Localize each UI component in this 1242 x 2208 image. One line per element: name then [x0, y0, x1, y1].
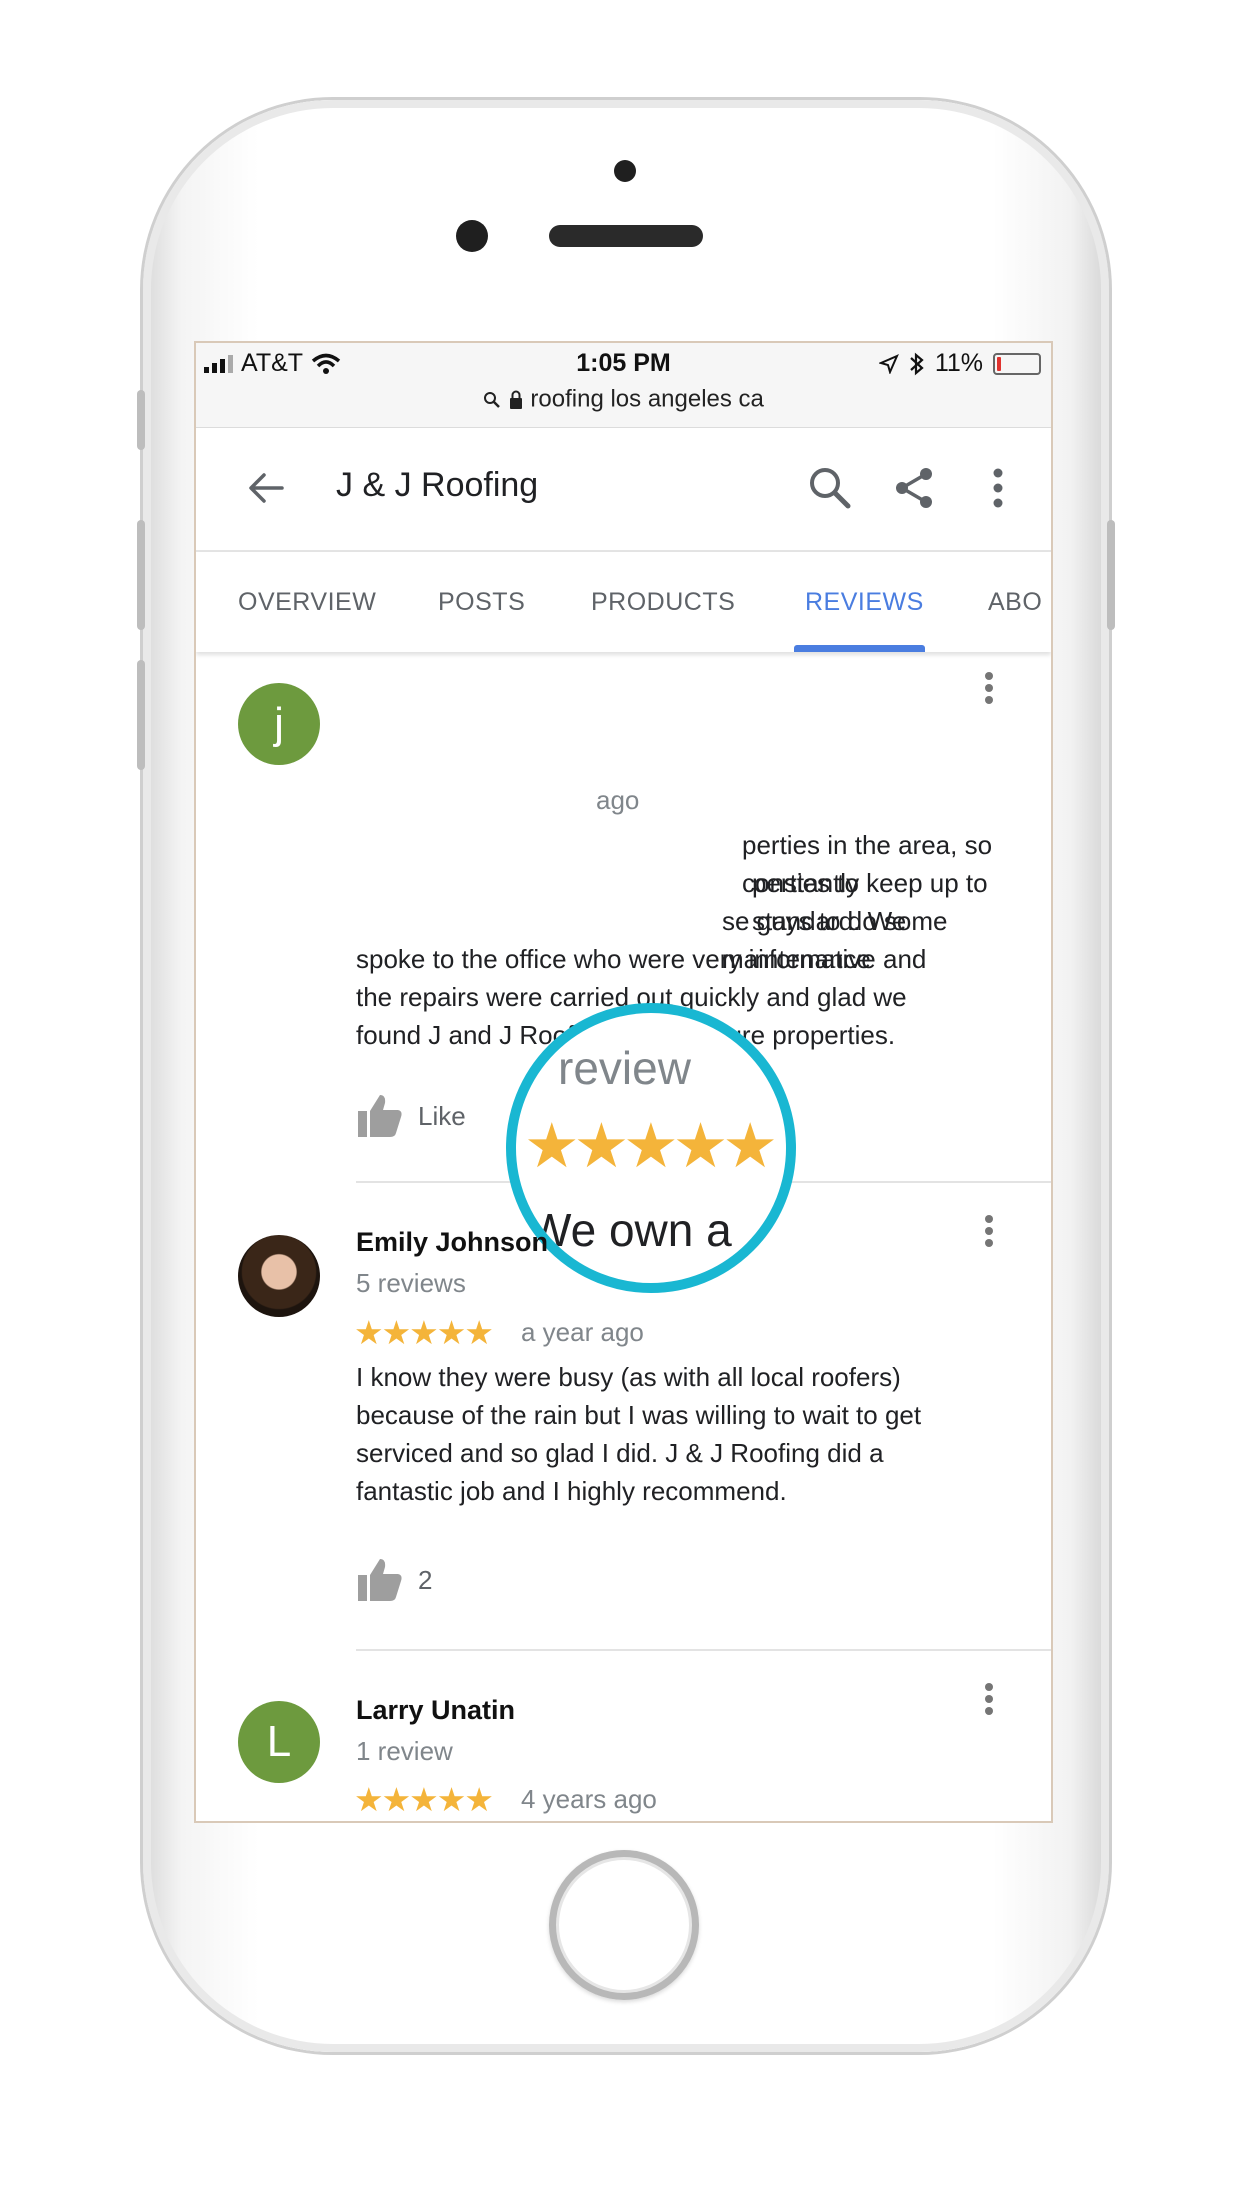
- thumbs-up-icon: [356, 1093, 404, 1139]
- front-camera: [456, 220, 488, 252]
- reviewer-avatar[interactable]: L: [238, 1701, 320, 1783]
- tab-products[interactable]: PRODUCTS: [591, 588, 735, 617]
- tab-about[interactable]: ABO: [988, 588, 1042, 617]
- like-button[interactable]: Like: [356, 1093, 466, 1139]
- volume-up-button: [137, 520, 145, 630]
- tab-posts[interactable]: POSTS: [438, 588, 525, 617]
- home-button[interactable]: [549, 1850, 699, 2000]
- review-more-icon[interactable]: [977, 1211, 1001, 1251]
- like-button[interactable]: 2: [356, 1557, 432, 1603]
- bluetooth-icon: [910, 352, 924, 375]
- review-time: ago: [596, 785, 640, 815]
- battery-percent: 11%: [934, 349, 983, 377]
- star-rating: ★★★★★: [354, 1314, 494, 1351]
- share-icon[interactable]: [888, 462, 940, 514]
- review-text-line: spoke to the office who were very inform…: [356, 944, 927, 974]
- battery-icon: [993, 352, 1041, 375]
- magnified-star-rating: ★★★★★: [524, 1112, 778, 1181]
- reviewer-review-count: 5 reviews: [356, 1268, 466, 1298]
- review-time: 4 years ago: [521, 1784, 657, 1814]
- thumbs-up-icon: [356, 1557, 404, 1603]
- earpiece-speaker: [549, 225, 703, 247]
- reviewer-avatar[interactable]: j: [238, 683, 320, 765]
- review-text-line: I know they were busy (as with all local…: [356, 1362, 901, 1392]
- active-tab-indicator: [794, 645, 925, 652]
- review-more-icon[interactable]: [977, 668, 1001, 708]
- status-right: 11%: [878, 349, 1041, 378]
- review-time: a year ago: [521, 1317, 644, 1347]
- search-icon[interactable]: [804, 462, 856, 514]
- magnifier-overlay: review ★★★★★ We own a: [506, 1003, 796, 1293]
- review-more-icon[interactable]: [977, 1679, 1001, 1719]
- review-text-line: serviced and so glad I did. J & J Roofin…: [356, 1438, 884, 1468]
- review-text-line: because of the rain but I was willing to…: [356, 1400, 922, 1430]
- search-icon: [484, 391, 500, 408]
- magnified-title: review: [558, 1042, 691, 1094]
- reviewer-photo-avatar[interactable]: [238, 1235, 320, 1317]
- lock-icon: [509, 390, 522, 409]
- app-bar: J & J Roofing: [196, 428, 1051, 552]
- magnified-review-text: We own a: [528, 1204, 732, 1256]
- review-text-line: fantastic job and I highly recommend.: [356, 1476, 787, 1506]
- proximity-sensor: [614, 160, 636, 182]
- power-button: [1107, 520, 1115, 630]
- location-arrow-icon: [878, 353, 899, 374]
- like-count: 2: [418, 1564, 433, 1595]
- reviewer-name[interactable]: Larry Unatin: [356, 1695, 515, 1726]
- tab-overview[interactable]: OVERVIEW: [238, 588, 376, 617]
- url-bar[interactable]: roofing los angeles ca: [196, 385, 1051, 414]
- like-label: Like: [418, 1100, 466, 1131]
- star-rating: ★★★★★: [354, 1781, 494, 1818]
- review-divider: [356, 1649, 1051, 1651]
- back-arrow-icon[interactable]: [242, 464, 290, 512]
- url-text: roofing los angeles ca: [530, 385, 764, 413]
- reviewer-review-count: 1 review: [356, 1736, 453, 1766]
- phone-screen: AT&T 1:05 PM 11% roofing los angeles ca …: [196, 343, 1051, 1821]
- status-bar: AT&T 1:05 PM 11% roofing los angeles ca: [196, 343, 1051, 428]
- business-title: J & J Roofing: [336, 466, 539, 504]
- battery-level: [997, 356, 1001, 371]
- volume-down-button: [137, 660, 145, 770]
- reviewer-name[interactable]: Emily Johnson: [356, 1227, 548, 1258]
- tab-bar: OVERVIEW POSTS PRODUCTS REVIEWS ABO: [196, 552, 1051, 652]
- mute-switch: [137, 390, 145, 450]
- tab-reviews[interactable]: REVIEWS: [805, 588, 924, 617]
- more-vert-icon[interactable]: [972, 462, 1024, 514]
